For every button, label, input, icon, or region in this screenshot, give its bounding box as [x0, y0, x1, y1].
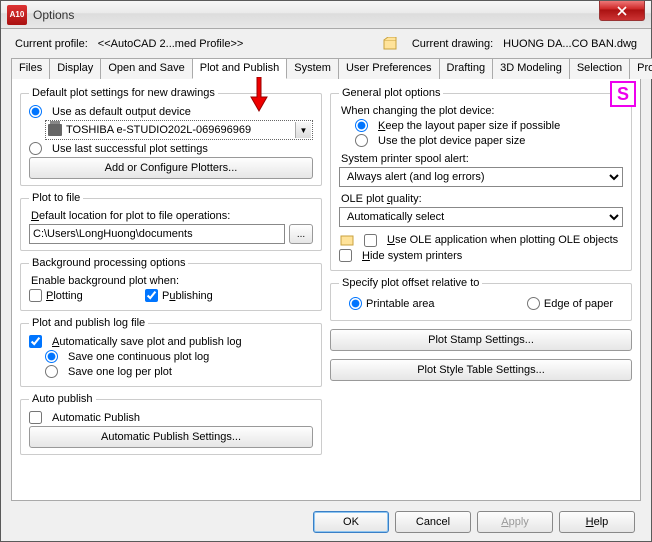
radio-one-log-per-plot[interactable]	[45, 365, 58, 378]
checkbox-use-ole-app[interactable]	[364, 234, 377, 247]
label-one-continuous-log: Save one continuous plot log	[68, 351, 209, 363]
current-profile-label: Current profile:	[15, 38, 88, 50]
label-bg-publishing: Publishing	[162, 290, 213, 302]
label-bg-plotting: Plotting	[46, 290, 83, 302]
radio-use-last-successful[interactable]	[29, 142, 42, 155]
label-one-log-per-plot: Save one log per plot	[68, 366, 172, 378]
add-configure-plotters-button[interactable]: Add or Configure Plotters...	[29, 157, 313, 179]
checkbox-automatic-publish[interactable]	[29, 411, 42, 424]
checkbox-auto-save-log[interactable]	[29, 335, 42, 348]
ok-button[interactable]: OK	[313, 511, 389, 533]
label-use-ole-app: Use OLE application when plotting OLE ob…	[387, 234, 618, 246]
radio-printable-area[interactable]	[349, 297, 362, 310]
group-plot-to-file: Plot to file Default location for plot t…	[20, 192, 322, 251]
browse-button[interactable]: ...	[289, 224, 313, 244]
chevron-down-icon: ▼	[295, 122, 311, 138]
label-use-device-paper: Use the plot device paper size	[378, 135, 525, 147]
ole-quality-select[interactable]: Automatically select	[339, 207, 623, 227]
tab-3d-modeling[interactable]: 3D Modeling	[492, 58, 570, 79]
tab-files[interactable]: Files	[11, 58, 50, 79]
app-icon: A10	[7, 5, 27, 25]
group-auto-publish-legend: Auto publish	[29, 393, 96, 405]
label-edge-of-paper: Edge of paper	[544, 298, 613, 310]
group-auto-publish: Auto publish Automatic Publish Automatic…	[20, 393, 322, 455]
apply-button[interactable]: Apply	[477, 511, 553, 533]
default-location-label: Default location for plot to file operat…	[31, 210, 313, 222]
cancel-button[interactable]: Cancel	[395, 511, 471, 533]
group-log-file-legend: Plot and publish log file	[29, 317, 148, 329]
tab-body: S Default plot settings for new drawings…	[11, 79, 641, 501]
group-plot-offset-legend: Specify plot offset relative to	[339, 277, 482, 289]
help-button[interactable]: Help	[559, 511, 635, 533]
radio-use-default-device[interactable]	[29, 105, 42, 118]
group-general-plot: General plot options When changing the p…	[330, 87, 632, 271]
tab-drafting[interactable]: Drafting	[439, 58, 494, 79]
footer-buttons: OK Cancel Apply Help	[11, 501, 641, 533]
close-button[interactable]	[599, 1, 645, 21]
radio-one-continuous-log[interactable]	[45, 350, 58, 363]
label-keep-layout-paper: Keep the layout paper size if possible	[378, 120, 560, 132]
group-background-processing: Background processing options Enable bac…	[20, 257, 322, 311]
group-general-plot-legend: General plot options	[339, 87, 443, 99]
tab-selection[interactable]: Selection	[569, 58, 630, 79]
plot-file-path-input[interactable]	[29, 224, 285, 244]
label-automatic-publish: Automatic Publish	[52, 412, 140, 424]
label-use-default-device: Use as default output device	[52, 106, 191, 118]
tab-display[interactable]: Display	[49, 58, 101, 79]
tab-open-and-save[interactable]: Open and Save	[100, 58, 192, 79]
drawing-icon	[382, 37, 398, 51]
tab-system[interactable]: System	[286, 58, 339, 79]
current-profile-value: <<AutoCAD 2...med Profile>>	[98, 38, 244, 50]
client-area: Current profile: <<AutoCAD 2...med Profi…	[1, 29, 651, 541]
group-log-file: Plot and publish log file Automatically …	[20, 317, 322, 387]
profile-row: Current profile: <<AutoCAD 2...med Profi…	[11, 35, 641, 55]
checkbox-bg-plotting[interactable]	[29, 289, 42, 302]
ellipsis-icon: ...	[297, 229, 305, 240]
left-column: Default plot settings for new drawings U…	[20, 87, 322, 494]
label-use-last-successful: Use last successful plot settings	[52, 143, 208, 155]
plot-style-table-settings-button[interactable]: Plot Style Table Settings...	[330, 359, 632, 381]
checkbox-bg-publishing[interactable]	[145, 289, 158, 302]
spool-alert-label: System printer spool alert:	[341, 153, 623, 165]
printer-icon	[48, 124, 62, 136]
checkbox-hide-printers[interactable]	[339, 249, 352, 262]
titlebar: A10 Options	[1, 1, 651, 29]
spool-alert-select[interactable]: Always alert (and log errors)	[339, 167, 623, 187]
right-column: General plot options When changing the p…	[330, 87, 632, 494]
group-default-plot-legend: Default plot settings for new drawings	[29, 87, 218, 99]
group-default-plot: Default plot settings for new drawings U…	[20, 87, 322, 186]
tab-profiles[interactable]: Profiles	[629, 58, 652, 79]
tab-user-preferences[interactable]: User Preferences	[338, 58, 440, 79]
label-auto-save-log: Automatically save plot and publish log	[52, 336, 242, 348]
ole-quality-label: OLE plot quality:	[341, 193, 623, 205]
plot-stamp-settings-button[interactable]: Plot Stamp Settings...	[330, 329, 632, 351]
default-device-value: TOSHIBA e-STUDIO202L-069696969	[66, 124, 251, 136]
close-icon	[617, 6, 627, 16]
when-changing-label: When changing the plot device:	[341, 105, 623, 117]
window-title: Options	[33, 8, 74, 22]
group-plot-offset: Specify plot offset relative to Printabl…	[330, 277, 632, 321]
group-plot-to-file-legend: Plot to file	[29, 192, 83, 204]
radio-use-device-paper[interactable]	[355, 134, 368, 147]
label-printable-area: Printable area	[366, 298, 435, 310]
annotation-s-badge: S	[610, 81, 636, 107]
label-hide-printers: Hide system printers	[362, 250, 462, 262]
default-device-combo[interactable]: TOSHIBA e-STUDIO202L-069696969 ▼	[45, 120, 313, 140]
current-drawing-label: Current drawing:	[412, 38, 493, 50]
tab-strip: Files Display Open and Save Plot and Pub…	[11, 57, 641, 79]
radio-keep-layout-paper[interactable]	[355, 119, 368, 132]
enable-bg-label: Enable background plot when:	[31, 275, 313, 287]
group-background-processing-legend: Background processing options	[29, 257, 188, 269]
tab-plot-and-publish[interactable]: Plot and Publish	[192, 58, 288, 79]
automatic-publish-settings-button[interactable]: Automatic Publish Settings...	[29, 426, 313, 448]
current-drawing-value: HUONG DA...CO BAN.dwg	[503, 38, 637, 50]
drawing-icon-small	[339, 233, 355, 247]
radio-edge-of-paper[interactable]	[527, 297, 540, 310]
options-dialog: A10 Options Current profile: <<AutoCAD 2…	[0, 0, 652, 542]
